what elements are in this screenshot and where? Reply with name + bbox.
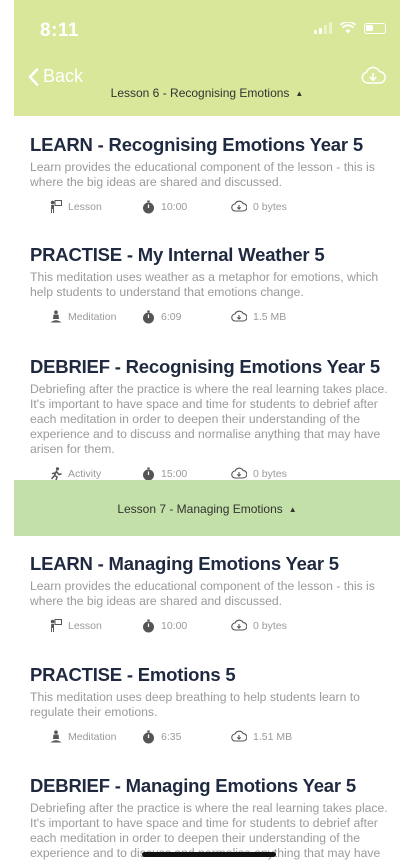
section-title-row: Lesson 7 - Managing Emotions ▲ [14, 502, 400, 516]
item-description: This meditation uses deep breathing to h… [30, 690, 360, 719]
section-header-lesson-7[interactable]: Lesson 7 - Managing Emotions ▲ [14, 480, 400, 536]
item-duration-label: 15:00 [161, 468, 188, 480]
list-item[interactable]: PRACTISE - Emotions 5 This meditation us… [14, 664, 400, 752]
item-duration: 10:00 [142, 200, 187, 214]
item-description: Learn provides the educational component… [30, 579, 375, 608]
cloud-download-icon [231, 467, 247, 479]
item-duration-label: 10:00 [161, 620, 188, 632]
item-title: LEARN - Recognising Emotions Year 5 [30, 134, 363, 155]
list-item[interactable]: LEARN - Managing Emotions Year 5 Learn p… [14, 553, 400, 641]
section-title: Lesson 7 - Managing Emotions [117, 502, 283, 516]
home-indicator[interactable] [142, 852, 276, 857]
list-item[interactable]: PRACTISE - My Internal Weather 5 This me… [14, 244, 400, 332]
item-title: DEBRIEF - Recognising Emotions Year 5 [30, 356, 380, 377]
cloud-download-icon[interactable] [360, 66, 386, 86]
cloud-download-icon [231, 200, 247, 212]
item-type: Meditation [50, 310, 116, 324]
status-icons [314, 22, 386, 34]
item-size: 0 bytes [231, 619, 287, 632]
item-size: 0 bytes [231, 467, 287, 480]
item-title: PRACTISE - Emotions 5 [30, 664, 236, 685]
item-size-label: 0 bytes [253, 200, 287, 213]
item-size-label: 1.51 MB [253, 730, 293, 743]
section-header-lesson-6[interactable]: Lesson 6 - Recognising Emotions ▲ [14, 86, 400, 100]
item-size-label: 0 bytes [253, 619, 287, 632]
cellular-signal-icon [314, 22, 332, 34]
status-bar: 8:11 [14, 0, 400, 58]
meditation-icon [50, 310, 62, 323]
list-item[interactable]: LEARN - Recognising Emotions Year 5 Lear… [14, 134, 400, 222]
item-type-label: Meditation [68, 311, 117, 323]
item-duration-label: 6:35 [161, 731, 182, 743]
item-type: Lesson [50, 200, 102, 214]
back-button[interactable]: Back [28, 66, 83, 87]
collapse-triangle-icon: ▲ [288, 505, 297, 514]
cloud-download-icon [231, 310, 247, 322]
chevron-left-icon [28, 67, 39, 86]
list-item[interactable]: DEBRIEF - Managing Emotions Year 5 Debri… [14, 775, 400, 861]
meditation-icon [50, 730, 62, 743]
wifi-icon [340, 22, 356, 34]
cloud-download-icon [231, 619, 247, 631]
item-title: PRACTISE - My Internal Weather 5 [30, 244, 325, 265]
item-size-label: 1.5 MB [253, 310, 287, 323]
stopwatch-icon [143, 310, 154, 324]
item-duration: 10:00 [142, 619, 187, 633]
stopwatch-icon [143, 619, 154, 633]
item-type-label: Activity [68, 468, 102, 480]
stopwatch-icon [143, 200, 154, 214]
item-size: 0 bytes [231, 200, 287, 213]
item-meta: Meditation 6:35 1.51 MB [14, 730, 400, 752]
status-time: 8:11 [40, 20, 79, 41]
item-type: Activity [50, 467, 101, 481]
item-type-label: Lesson [68, 201, 102, 213]
item-meta: Lesson 10:00 0 bytes [14, 619, 400, 641]
item-meta: Lesson 10:00 0 bytes [14, 200, 400, 222]
running-person-icon [51, 467, 62, 481]
collapse-triangle-icon: ▲ [295, 89, 304, 98]
item-title: LEARN - Managing Emotions Year 5 [30, 553, 339, 574]
item-type-label: Meditation [68, 731, 117, 743]
battery-icon [364, 22, 386, 34]
section-title: Lesson 6 - Recognising Emotions [110, 86, 290, 100]
item-description: Debriefing after the practice is where t… [30, 382, 388, 456]
item-description: Learn provides the educational component… [30, 160, 375, 189]
item-title: DEBRIEF - Managing Emotions Year 5 [30, 775, 356, 796]
item-size-label: 0 bytes [253, 467, 287, 480]
item-duration: 6:09 [142, 310, 181, 324]
item-type: Meditation [50, 730, 116, 744]
item-duration-label: 10:00 [161, 201, 188, 213]
item-size: 1.5 MB [231, 310, 286, 323]
list-item[interactable]: DEBRIEF - Recognising Emotions Year 5 De… [14, 356, 400, 489]
teacher-board-icon [50, 200, 62, 213]
item-size: 1.51 MB [231, 730, 292, 743]
back-label: Back [43, 66, 84, 86]
item-duration: 6:35 [142, 730, 181, 744]
item-duration: 15:00 [142, 467, 187, 481]
item-description: This meditation uses weather as a metaph… [30, 270, 379, 299]
stopwatch-icon [143, 467, 154, 481]
app-screen: 8:11 Back Lesson 6 - Recognising Emotion… [14, 0, 400, 861]
stopwatch-icon [143, 730, 154, 744]
item-meta: Meditation 6:09 1.5 MB [14, 310, 400, 332]
item-type: Lesson [50, 619, 102, 633]
item-duration-label: 6:09 [161, 311, 182, 323]
cloud-download-icon [231, 730, 247, 742]
item-type-label: Lesson [68, 620, 102, 632]
teacher-board-icon [50, 619, 62, 632]
